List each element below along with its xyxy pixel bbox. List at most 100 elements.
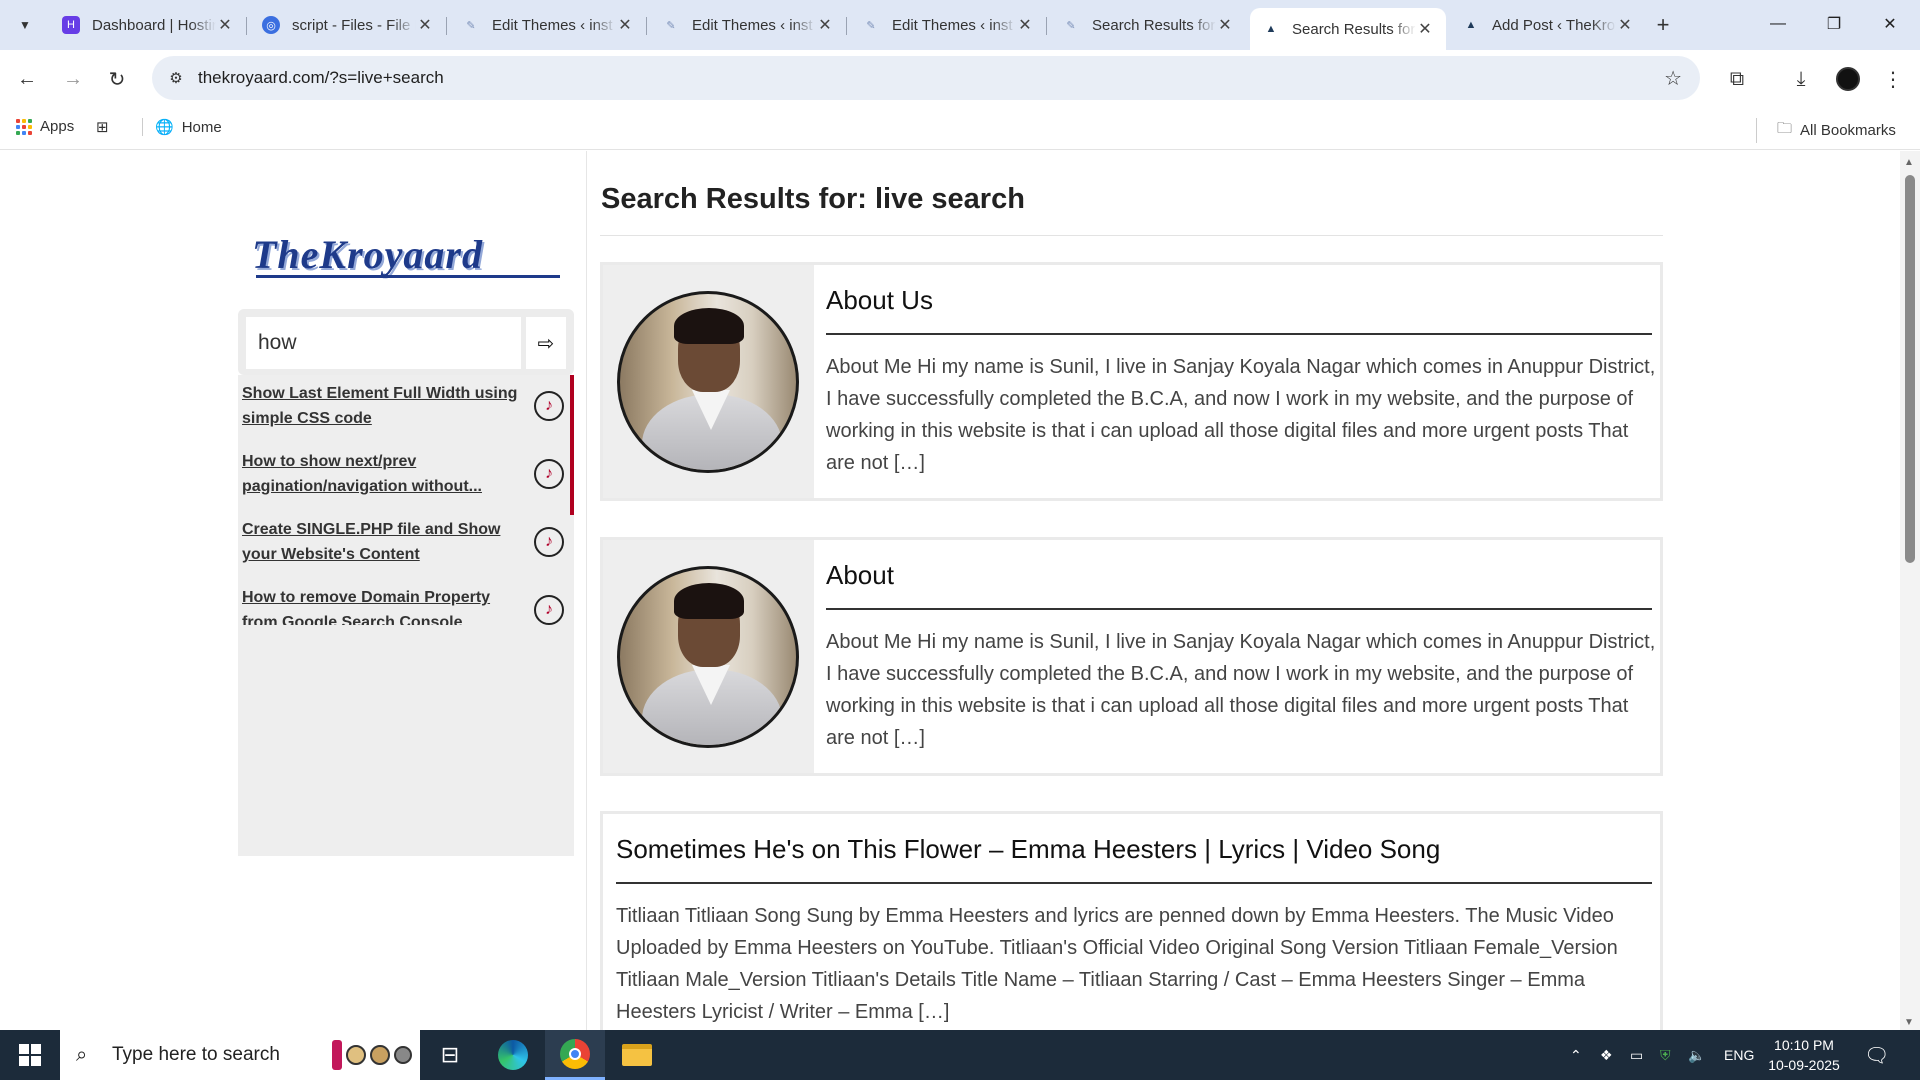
forward-button[interactable]: → — [58, 64, 88, 94]
list-item[interactable]: How to remove Domain Property from Googl… — [242, 579, 564, 625]
close-icon[interactable]: ✕ — [1016, 15, 1034, 35]
suggestion-link[interactable]: Create SINGLE.PHP file and Show your Web… — [242, 517, 522, 567]
list-item[interactable]: Show Last Element Full Width using simpl… — [242, 375, 564, 435]
result-card: About About Me Hi my name is Sunil, I li… — [600, 537, 1663, 776]
close-icon[interactable]: ✕ — [816, 15, 834, 35]
result-excerpt: About Me Hi my name is Sunil, I live in … — [826, 631, 1656, 749]
address-bar[interactable]: ⚙ thekroyaard.com/?s=live+search ☆ — [152, 56, 1700, 100]
result-title[interactable]: About — [826, 560, 894, 591]
all-bookmarks[interactable]: 🗀 All Bookmarks — [1756, 118, 1896, 143]
volume-icon[interactable]: 🔈 — [1688, 1030, 1705, 1080]
tab-6-active[interactable]: ▲ Search Results for ✕ — [1250, 8, 1446, 50]
close-icon[interactable]: ✕ — [416, 15, 434, 35]
bookmark-star-icon[interactable]: ☆ — [1664, 66, 1682, 91]
suggestion-link[interactable]: How to show next/prev pagination/navigat… — [242, 449, 522, 499]
restore-button[interactable]: ❐ — [1806, 8, 1862, 40]
bookmark-apps[interactable]: Apps — [16, 118, 74, 135]
wordpress-icon: ✎ — [666, 19, 676, 32]
system-clock[interactable]: 10:10 PM 10-09-2025 — [1764, 1035, 1844, 1075]
wordpress-icon: ✎ — [1066, 19, 1076, 32]
bookmark-home[interactable]: 🌐 Home — [142, 118, 222, 136]
taskbar-search[interactable]: ⌕ Type here to search — [60, 1030, 420, 1080]
battery-icon[interactable]: ▭ — [1630, 1030, 1643, 1080]
extensions-icon[interactable]: ⧉ — [1722, 64, 1752, 94]
search-suggestions: Show Last Element Full Width using simpl… — [238, 375, 574, 856]
divider — [826, 333, 1652, 335]
suggestion-link[interactable]: Show Last Element Full Width using simpl… — [242, 381, 522, 431]
tab-0[interactable]: H Dashboard | Hostinger ✕ — [50, 8, 247, 42]
close-icon[interactable]: ✕ — [216, 15, 234, 35]
security-icon[interactable]: ⛨ — [1660, 1030, 1671, 1080]
tab-5[interactable]: ✎ Search Results for ✕ — [1050, 8, 1246, 42]
close-icon[interactable]: ✕ — [1216, 15, 1234, 35]
scroll-thumb[interactable] — [1905, 175, 1915, 563]
show-hidden-icons[interactable]: ⌃ — [1570, 1030, 1582, 1080]
scroll-up-arrow[interactable]: ▲ — [1904, 157, 1914, 168]
task-view-icon[interactable]: ⊟ — [420, 1030, 480, 1080]
sidebar: TheKroyaard ⇨ Show Last Element Full Wid… — [226, 151, 587, 1030]
tab-2[interactable]: ✎ Edit Themes ‹ inst ✕ — [450, 8, 647, 42]
result-title[interactable]: About Us — [826, 285, 933, 316]
wordpress-icon: ✎ — [466, 19, 476, 32]
live-search-input[interactable] — [246, 317, 521, 369]
notification-icon[interactable]: 🗨 — [1864, 1030, 1889, 1080]
close-icon[interactable]: ✕ — [616, 15, 634, 35]
close-window-button[interactable]: ✕ — [1862, 8, 1918, 40]
new-tab-button[interactable]: + — [1650, 12, 1676, 38]
minimize-button[interactable]: — — [1750, 8, 1806, 40]
file-explorer-icon[interactable] — [607, 1030, 667, 1080]
tab-7[interactable]: ▲ Add Post ‹ TheKroyaard ✕ — [1450, 8, 1646, 42]
hostinger-icon: H — [62, 16, 80, 34]
tab-1[interactable]: ◎ script - Files - File Manager ✕ — [250, 8, 447, 42]
tab-search-button[interactable]: ▼ — [12, 12, 38, 38]
page-scrollbar[interactable]: ▲ ▼ — [1900, 151, 1920, 1030]
tab-title: Edit Themes ‹ inst — [892, 16, 1013, 34]
menu-icon[interactable]: ⋮ — [1878, 64, 1908, 94]
tab-title: Edit Themes ‹ inst — [492, 16, 613, 34]
url-text[interactable]: thekroyaard.com/?s=live+search — [198, 68, 444, 88]
tab-title: script - Files - File Manager — [292, 16, 416, 34]
result-card: About Us About Me Hi my name is Sunil, I… — [600, 262, 1663, 501]
bookmark-label: Home — [181, 118, 222, 136]
search-icon: ⌕ — [76, 1043, 88, 1066]
back-button[interactable]: ← — [12, 64, 42, 94]
dropbox-icon[interactable]: ❖ — [1600, 1030, 1613, 1080]
suggestion-link[interactable]: How to remove Domain Property from Googl… — [242, 585, 522, 625]
divider — [600, 235, 1663, 236]
download-icon[interactable]: ⤓ — [1786, 64, 1816, 94]
result-title[interactable]: Sometimes He's on This Flower – Emma Hee… — [616, 834, 1440, 865]
author-photo[interactable] — [617, 291, 799, 473]
result-excerpt: About Me Hi my name is Sunil, I live in … — [826, 356, 1656, 474]
search-highlight-icon — [332, 1036, 412, 1074]
site-icon: ▲ — [1465, 19, 1477, 31]
tab-4[interactable]: ✎ Edit Themes ‹ inst ✕ — [850, 8, 1047, 42]
profile-avatar[interactable] — [1836, 67, 1860, 91]
list-item[interactable]: How to show next/prev pagination/navigat… — [242, 443, 564, 503]
divider — [826, 608, 1652, 610]
site-info-icon[interactable]: ⚙ — [164, 69, 188, 87]
clock-time: 10:10 PM — [1774, 1037, 1834, 1053]
list-item[interactable]: Create SINGLE.PHP file and Show your Web… — [242, 511, 564, 571]
scroll-down-arrow[interactable]: ▼ — [1904, 1017, 1914, 1028]
close-icon[interactable]: ✕ — [1416, 19, 1434, 39]
author-photo[interactable] — [617, 566, 799, 748]
tab-title: Search Results for — [1092, 16, 1216, 34]
tab-3[interactable]: ✎ Edit Themes ‹ inst ✕ — [650, 8, 847, 42]
suggestion-scrollbar[interactable] — [570, 375, 574, 515]
site-icon: ▲ — [1265, 23, 1277, 35]
tab-strip: ▼ H Dashboard | Hostinger ✕ ◎ script - F… — [0, 0, 1920, 50]
edge-icon[interactable] — [483, 1030, 543, 1080]
start-button[interactable] — [0, 1030, 60, 1080]
tab-groups-icon[interactable]: ⊞ — [96, 118, 109, 136]
reload-button[interactable]: ↻ — [102, 64, 132, 94]
suggestion-list[interactable]: Show Last Element Full Width using simpl… — [238, 375, 574, 625]
close-icon[interactable]: ✕ — [1616, 15, 1634, 35]
bookmark-label: Apps — [40, 118, 75, 135]
folder-icon: 🗀 — [1777, 120, 1793, 137]
language-indicator[interactable]: ENG — [1724, 1030, 1754, 1080]
wordpress-icon: ✎ — [866, 19, 876, 32]
chrome-icon[interactable] — [545, 1030, 605, 1080]
apps-icon — [16, 118, 32, 135]
globe-icon: 🌐 — [155, 119, 174, 136]
search-submit-button[interactable]: ⇨ — [526, 317, 566, 369]
